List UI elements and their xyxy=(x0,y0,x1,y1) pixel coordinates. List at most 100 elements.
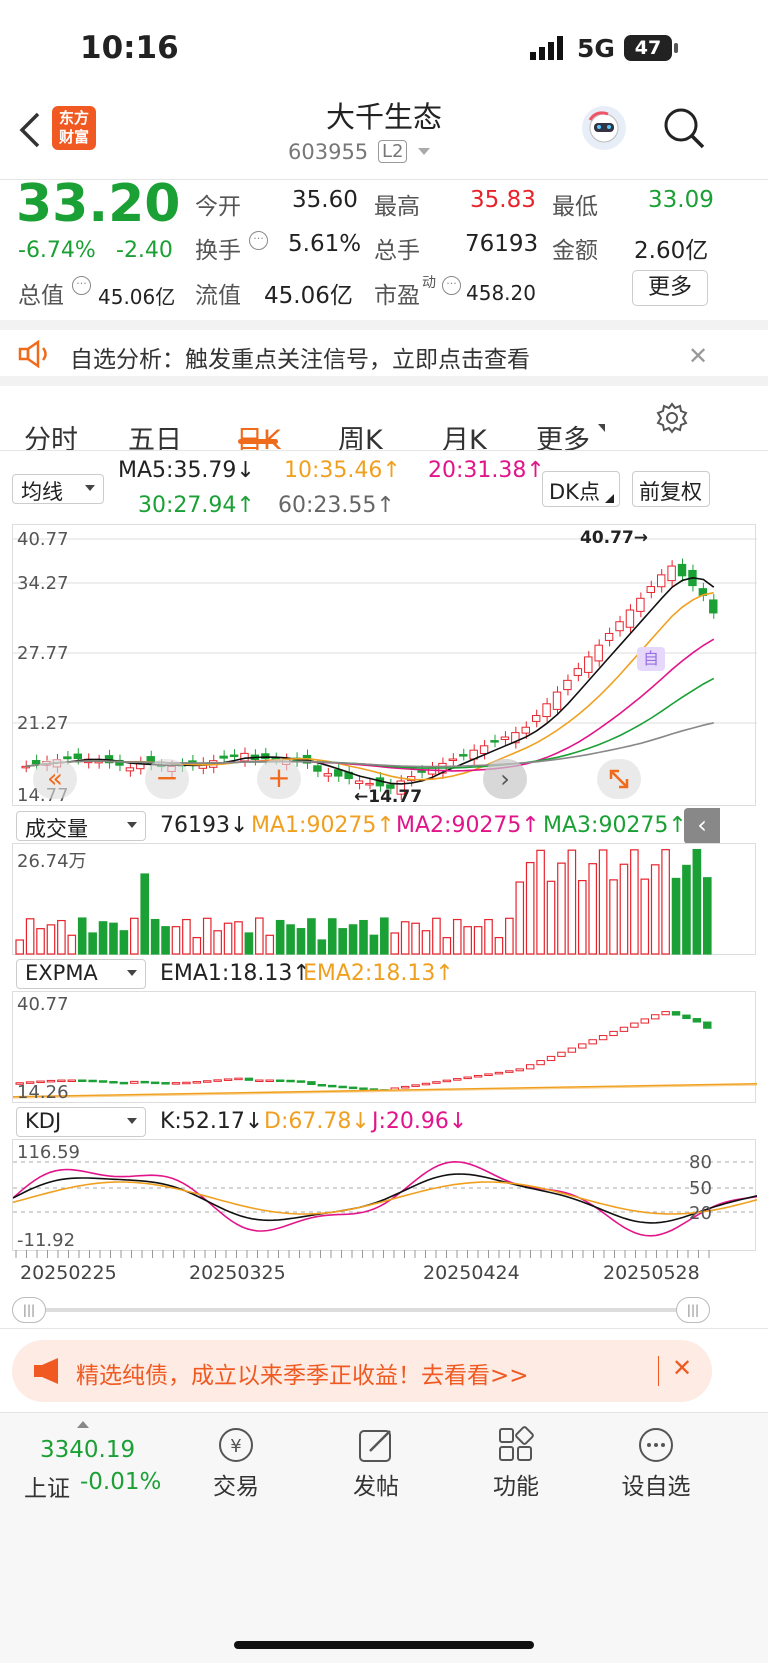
kdj-min-label: -11.92 xyxy=(17,1230,76,1251)
expma-candle xyxy=(161,1082,170,1085)
candle-body xyxy=(646,586,655,593)
expma-candle xyxy=(484,1073,493,1076)
expma-candle xyxy=(275,1079,285,1083)
network-type: 5G xyxy=(577,34,615,63)
scroll-left-button[interactable]: « xyxy=(33,759,77,799)
more-button[interactable]: 更多 xyxy=(632,270,708,306)
volume-bar xyxy=(473,926,483,955)
date-label: 20250528 xyxy=(603,1262,700,1284)
volume-bar xyxy=(640,878,650,955)
info-icon[interactable]: ··· xyxy=(442,276,461,295)
adjust-mode-button[interactable]: 前复权 xyxy=(632,471,710,507)
volume-selector[interactable]: 成交量 xyxy=(16,811,146,841)
kdj-selector-label: KDJ xyxy=(25,1109,62,1133)
zoom-in-button[interactable]: + xyxy=(257,759,301,799)
fullscreen-icon[interactable] xyxy=(597,759,641,799)
tab-monthly-k[interactable]: 月K xyxy=(442,418,487,457)
tab-weekly-k[interactable]: 周K xyxy=(338,418,383,457)
analysis-banner[interactable]: 自选分析：触发重点关注信号，立即点击查看 ✕ xyxy=(0,320,768,386)
chevron-down-icon[interactable] xyxy=(418,148,430,155)
expma-candle xyxy=(296,1080,306,1083)
expma-chart[interactable]: 40.77 14.26 xyxy=(12,991,757,1103)
range-handle-right[interactable]: ||| xyxy=(676,1297,710,1323)
volume-bar xyxy=(57,919,66,955)
more-dots-icon[interactable] xyxy=(636,1425,676,1469)
volume-bar xyxy=(421,930,431,955)
nav-post[interactable]: 发帖 xyxy=(336,1467,416,1501)
ma60-legend: 60:23.55↑ xyxy=(278,493,395,518)
promo-banner[interactable]: 精选纯债，成立以来季季正收益！去看看>> ✕ xyxy=(12,1340,712,1402)
self-select-marker[interactable]: 自 xyxy=(637,647,665,671)
expma-selector[interactable]: EXPMA xyxy=(16,959,146,989)
candle-body xyxy=(63,756,72,760)
volume-value-legend: 76193↓ xyxy=(160,813,249,838)
info-icon[interactable]: ··· xyxy=(249,231,268,250)
level-badge[interactable]: L2 xyxy=(378,140,408,163)
gear-icon[interactable] xyxy=(656,402,688,438)
expma-candle xyxy=(171,1082,181,1085)
expma-candle xyxy=(119,1081,129,1085)
vol-ma1-legend: MA1:90275↑ xyxy=(251,813,395,838)
expma-candle xyxy=(421,1082,431,1086)
search-icon[interactable] xyxy=(662,106,706,154)
ema1-legend: EMA1:18.13↑ xyxy=(160,961,311,986)
tab-daily-k[interactable]: 日K xyxy=(236,418,281,457)
volume-bar xyxy=(390,932,400,955)
kline-chart[interactable]: 40.77 34.27 27.77 21.27 14.77 40.77→ ←14… xyxy=(12,524,757,807)
tab-five-day[interactable]: 五日 xyxy=(128,418,182,457)
candle-body xyxy=(334,769,343,777)
index-change: -0.01% xyxy=(80,1469,162,1495)
post-icon[interactable] xyxy=(356,1425,396,1469)
ma-selector-label: 均线 xyxy=(21,480,63,504)
index-value[interactable]: 3340.19 xyxy=(40,1437,135,1463)
kdj-chart[interactable]: 116.59 -11.92 80 50 20 xyxy=(12,1139,757,1251)
candle-body xyxy=(459,754,468,757)
close-icon[interactable]: ✕ xyxy=(688,342,708,370)
volume-bar xyxy=(400,921,410,955)
kdj-level-label: 50 xyxy=(689,1178,712,1199)
pe-value: 458.20 xyxy=(466,281,536,305)
kdj-selector[interactable]: KDJ xyxy=(16,1107,146,1137)
expma-candle xyxy=(578,1043,587,1049)
candle-body xyxy=(365,782,374,786)
volume-bar xyxy=(661,849,670,955)
functions-icon[interactable] xyxy=(496,1425,536,1469)
volume-selector-label: 成交量 xyxy=(25,817,88,841)
float-value: 45.06亿 xyxy=(264,283,353,309)
candle-body xyxy=(500,736,510,740)
active-tab-indicator xyxy=(238,439,278,444)
candle-body xyxy=(709,599,718,614)
collapse-panel-button[interactable]: ‹ xyxy=(684,808,720,844)
candle-body xyxy=(313,765,322,772)
candle-body xyxy=(323,773,333,777)
nav-functions[interactable]: 功能 xyxy=(476,1467,556,1501)
assistant-robot-icon[interactable] xyxy=(582,106,626,150)
svg-text:¥: ¥ xyxy=(230,1436,241,1457)
volume-bar xyxy=(650,864,660,955)
expma-candle xyxy=(588,1039,597,1045)
volume-bar xyxy=(244,932,254,955)
tab-more[interactable]: 更多 xyxy=(536,418,590,457)
ma-selector[interactable]: 均线 xyxy=(12,474,104,504)
nav-trade[interactable]: 交易 xyxy=(196,1467,276,1501)
expma-candle xyxy=(411,1084,420,1087)
zoom-out-button[interactable]: − xyxy=(145,759,189,799)
volume-bar xyxy=(15,939,25,955)
expma-candle xyxy=(286,1079,295,1083)
tab-intraday[interactable]: 分时 xyxy=(24,418,78,457)
turnover-value: 5.61% xyxy=(288,231,362,257)
volume-bar xyxy=(484,918,493,955)
nav-add-watchlist[interactable]: 设自选 xyxy=(606,1467,706,1501)
trade-icon[interactable]: ¥ xyxy=(216,1425,256,1469)
info-icon[interactable]: ··· xyxy=(72,276,91,295)
candle-body xyxy=(552,691,562,710)
volume-bar xyxy=(46,924,56,955)
range-handle-left[interactable]: ||| xyxy=(12,1297,46,1323)
expma-candle xyxy=(671,1011,681,1016)
scroll-right-button[interactable]: › xyxy=(483,759,527,799)
volume-bar xyxy=(557,862,566,955)
volume-chart[interactable]: 26.74万 xyxy=(12,843,756,955)
close-icon[interactable]: ✕ xyxy=(672,1354,692,1382)
ma10-legend: 10:35.46↑ xyxy=(284,458,401,483)
range-slider[interactable]: ||| ||| xyxy=(12,1297,756,1323)
